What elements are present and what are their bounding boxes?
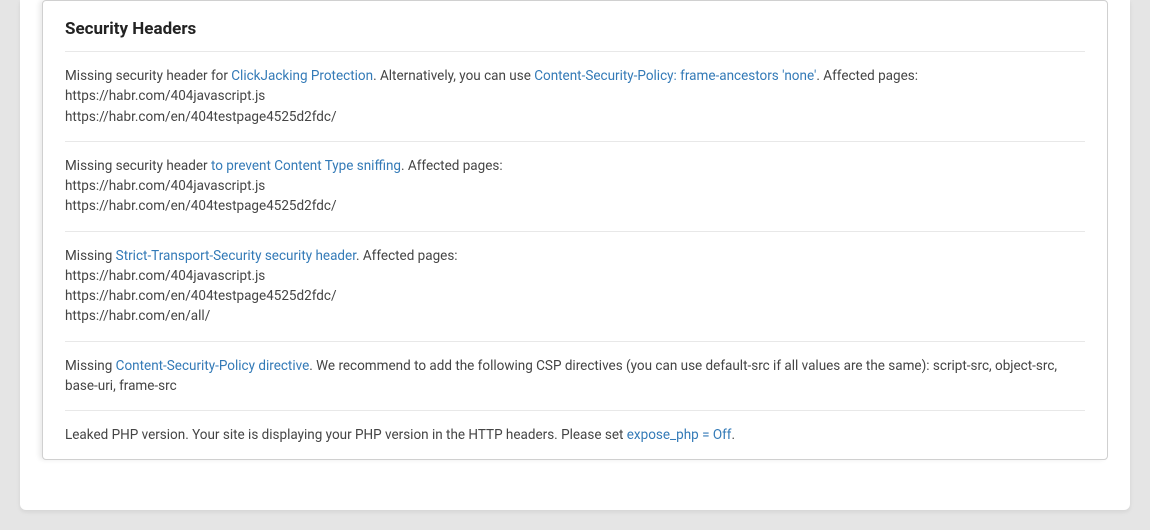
item-link[interactable]: Content-Security-Policy directive [116,358,310,374]
item-midtext: . Alternatively, you can use [373,68,534,84]
item-text: Missing security header to prevent Conte… [65,156,1085,176]
item-suffix: . [732,427,736,443]
item-link[interactable]: to prevent Content Type sniffing [211,158,401,174]
security-headers-panel: Security Headers Missing security header… [42,0,1108,460]
item-prefix: Missing [65,248,116,264]
security-item: Missing Content-Security-Policy directiv… [65,342,1085,412]
item-prefix: Missing security header for [65,68,231,84]
affected-page-url: https://habr.com/en/all/ [65,306,1085,326]
affected-page-url: https://habr.com/404javascript.js [65,86,1085,106]
item-prefix: Leaked PHP version. Your site is display… [65,427,627,443]
item-text: Leaked PHP version. Your site is display… [65,425,1085,445]
security-item: Missing security header for ClickJacking… [65,52,1085,142]
affected-page-url: https://habr.com/404javascript.js [65,176,1085,196]
item-prefix: Missing security header [65,158,211,174]
security-item: Missing Strict-Transport-Security securi… [65,232,1085,342]
affected-page-url: https://habr.com/en/404testpage4525d2fdc… [65,107,1085,127]
item-text: Missing Content-Security-Policy directiv… [65,356,1085,397]
item-link[interactable]: Strict-Transport-Security security heade… [116,248,356,264]
item-link[interactable]: expose_php = Off [627,427,732,443]
item-link[interactable]: ClickJacking Protection [231,68,373,84]
items-container: Missing security header for ClickJacking… [65,52,1085,445]
security-item: Leaked PHP version. Your site is display… [65,411,1085,445]
affected-page-url: https://habr.com/404javascript.js [65,266,1085,286]
item-suffix: . Affected pages: [356,248,458,264]
affected-page-url: https://habr.com/en/404testpage4525d2fdc… [65,196,1085,216]
item-text: Missing Strict-Transport-Security securi… [65,246,1085,266]
item-prefix: Missing [65,358,116,374]
item-suffix: . Affected pages: [401,158,503,174]
item-suffix: . Affected pages: [816,68,918,84]
security-item: Missing security header to prevent Conte… [65,142,1085,232]
panel-title: Security Headers [65,19,1085,52]
content-card: Security Headers Missing security header… [20,0,1130,510]
item-link-secondary[interactable]: Content-Security-Policy: frame-ancestors… [534,68,816,84]
affected-page-url: https://habr.com/en/404testpage4525d2fdc… [65,286,1085,306]
item-text: Missing security header for ClickJacking… [65,66,1085,86]
